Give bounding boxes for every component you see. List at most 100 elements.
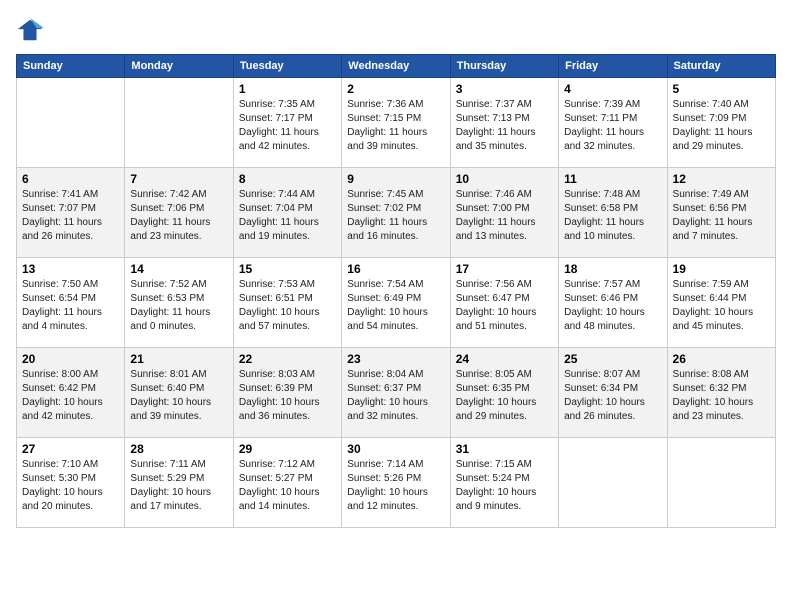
calendar-cell: 6Sunrise: 7:41 AM Sunset: 7:07 PM Daylig… (17, 168, 125, 258)
day-number: 22 (239, 352, 336, 366)
day-number: 7 (130, 172, 227, 186)
day-info: Sunrise: 8:07 AM Sunset: 6:34 PM Dayligh… (564, 368, 661, 424)
weekday-saturday: Saturday (667, 55, 775, 78)
day-number: 20 (22, 352, 119, 366)
calendar-cell: 13 Sunrise: 7:50 AM Sunset: 6:54 PM Dayli… (17, 258, 125, 348)
day-number: 24 (456, 352, 553, 366)
day-number: 31 (456, 442, 553, 456)
day-number: 19 (673, 262, 770, 276)
weekday-tuesday: Tuesday (233, 55, 341, 78)
day-info: Sunrise: 7:40 AM Sunset: 7:09 PM Dayligh… (673, 98, 770, 154)
calendar-cell: 16 Sunrise: 7:54 AM Sunset: 6:49 PM Dayli… (342, 258, 450, 348)
day-number: 27 (22, 442, 119, 456)
logo (16, 16, 48, 44)
calendar-cell (125, 78, 233, 168)
day-number: 28 (130, 442, 227, 456)
weekday-wednesday: Wednesday (342, 55, 450, 78)
day-number: 26 (673, 352, 770, 366)
day-info: Sunrise: 7:36 AM Sunset: 7:15 PM Dayligh… (347, 98, 444, 154)
day-info: Sunrise: 8:00 AM Sunset: 6:42 PM Dayligh… (22, 368, 119, 424)
calendar-cell (17, 78, 125, 168)
calendar-header: SundayMondayTuesdayWednesdayThursdayFrid… (17, 55, 776, 78)
calendar-cell: 27 Sunrise: 7:10 AM Sunset: 5:30 PM Dayli… (17, 438, 125, 528)
day-number: 12 (673, 172, 770, 186)
day-info: Sunrise: 7:12 AM Sunset: 5:27 PM Dayligh… (239, 458, 336, 514)
day-number: 11 (564, 172, 661, 186)
day-number: 21 (130, 352, 227, 366)
day-info: Sunrise: 7:49 AM Sunset: 6:56 PM Dayligh… (673, 188, 770, 244)
calendar-cell: 9Sunrise: 7:45 AM Sunset: 7:02 PM Daylig… (342, 168, 450, 258)
calendar-cell: 25 Sunrise: 8:07 AM Sunset: 6:34 PM Dayli… (559, 348, 667, 438)
day-info: Sunrise: 7:14 AM Sunset: 5:26 PM Dayligh… (347, 458, 444, 514)
weekday-header-row: SundayMondayTuesdayWednesdayThursdayFrid… (17, 55, 776, 78)
day-number: 14 (130, 262, 227, 276)
day-info: Sunrise: 8:05 AM Sunset: 6:35 PM Dayligh… (456, 368, 553, 424)
calendar-cell (667, 438, 775, 528)
day-info: Sunrise: 7:11 AM Sunset: 5:29 PM Dayligh… (130, 458, 227, 514)
day-info: Sunrise: 8:04 AM Sunset: 6:37 PM Dayligh… (347, 368, 444, 424)
day-info: Sunrise: 7:57 AM Sunset: 6:46 PM Dayligh… (564, 278, 661, 334)
calendar-cell: 1Sunrise: 7:35 AM Sunset: 7:17 PM Daylig… (233, 78, 341, 168)
calendar-cell: 11 Sunrise: 7:48 AM Sunset: 6:58 PM Dayli… (559, 168, 667, 258)
day-number: 5 (673, 82, 770, 96)
day-info: Sunrise: 7:48 AM Sunset: 6:58 PM Dayligh… (564, 188, 661, 244)
calendar-cell: 10Sunrise: 7:46 AM Sunset: 7:00 PM Dayli… (450, 168, 558, 258)
calendar-week-5: 27 Sunrise: 7:10 AM Sunset: 5:30 PM Dayli… (17, 438, 776, 528)
day-info: Sunrise: 7:45 AM Sunset: 7:02 PM Dayligh… (347, 188, 444, 244)
calendar-cell: 8Sunrise: 7:44 AM Sunset: 7:04 PM Daylig… (233, 168, 341, 258)
day-info: Sunrise: 7:41 AM Sunset: 7:07 PM Dayligh… (22, 188, 119, 244)
weekday-thursday: Thursday (450, 55, 558, 78)
day-info: Sunrise: 7:10 AM Sunset: 5:30 PM Dayligh… (22, 458, 119, 514)
calendar-week-1: 1Sunrise: 7:35 AM Sunset: 7:17 PM Daylig… (17, 78, 776, 168)
calendar-cell: 30 Sunrise: 7:14 AM Sunset: 5:26 PM Dayli… (342, 438, 450, 528)
day-number: 15 (239, 262, 336, 276)
day-number: 18 (564, 262, 661, 276)
day-info: Sunrise: 7:46 AM Sunset: 7:00 PM Dayligh… (456, 188, 553, 244)
day-info: Sunrise: 7:53 AM Sunset: 6:51 PM Dayligh… (239, 278, 336, 334)
calendar-table: SundayMondayTuesdayWednesdayThursdayFrid… (16, 54, 776, 528)
calendar-cell: 3Sunrise: 7:37 AM Sunset: 7:13 PM Daylig… (450, 78, 558, 168)
calendar-cell: 18 Sunrise: 7:57 AM Sunset: 6:46 PM Dayli… (559, 258, 667, 348)
day-info: Sunrise: 7:42 AM Sunset: 7:06 PM Dayligh… (130, 188, 227, 244)
day-number: 30 (347, 442, 444, 456)
weekday-monday: Monday (125, 55, 233, 78)
day-info: Sunrise: 8:08 AM Sunset: 6:32 PM Dayligh… (673, 368, 770, 424)
page-header (16, 16, 776, 44)
calendar-cell: 29 Sunrise: 7:12 AM Sunset: 5:27 PM Dayli… (233, 438, 341, 528)
weekday-friday: Friday (559, 55, 667, 78)
day-number: 29 (239, 442, 336, 456)
calendar-body: 1Sunrise: 7:35 AM Sunset: 7:17 PM Daylig… (17, 78, 776, 528)
day-info: Sunrise: 7:50 AM Sunset: 6:54 PM Dayligh… (22, 278, 119, 334)
day-number: 4 (564, 82, 661, 96)
calendar-cell: 21Sunrise: 8:01 AM Sunset: 6:40 PM Dayli… (125, 348, 233, 438)
day-number: 8 (239, 172, 336, 186)
calendar-cell: 17Sunrise: 7:56 AM Sunset: 6:47 PM Dayli… (450, 258, 558, 348)
day-info: Sunrise: 7:15 AM Sunset: 5:24 PM Dayligh… (456, 458, 553, 514)
logo-icon (16, 16, 44, 44)
calendar-week-2: 6Sunrise: 7:41 AM Sunset: 7:07 PM Daylig… (17, 168, 776, 258)
calendar-cell: 20 Sunrise: 8:00 AM Sunset: 6:42 PM Dayli… (17, 348, 125, 438)
calendar-cell: 5 Sunrise: 7:40 AM Sunset: 7:09 PM Daylig… (667, 78, 775, 168)
calendar-cell: 22 Sunrise: 8:03 AM Sunset: 6:39 PM Dayli… (233, 348, 341, 438)
day-number: 16 (347, 262, 444, 276)
day-number: 3 (456, 82, 553, 96)
calendar-cell: 2 Sunrise: 7:36 AM Sunset: 7:15 PM Daylig… (342, 78, 450, 168)
day-info: Sunrise: 7:52 AM Sunset: 6:53 PM Dayligh… (130, 278, 227, 334)
calendar-cell: 12 Sunrise: 7:49 AM Sunset: 6:56 PM Dayli… (667, 168, 775, 258)
day-number: 2 (347, 82, 444, 96)
day-number: 13 (22, 262, 119, 276)
calendar-cell: 28 Sunrise: 7:11 AM Sunset: 5:29 PM Dayli… (125, 438, 233, 528)
calendar-cell (559, 438, 667, 528)
day-info: Sunrise: 7:39 AM Sunset: 7:11 PM Dayligh… (564, 98, 661, 154)
day-info: Sunrise: 7:35 AM Sunset: 7:17 PM Dayligh… (239, 98, 336, 154)
calendar-cell: 31 Sunrise: 7:15 AM Sunset: 5:24 PM Dayli… (450, 438, 558, 528)
day-info: Sunrise: 8:03 AM Sunset: 6:39 PM Dayligh… (239, 368, 336, 424)
day-info: Sunrise: 7:54 AM Sunset: 6:49 PM Dayligh… (347, 278, 444, 334)
day-number: 25 (564, 352, 661, 366)
day-info: Sunrise: 7:56 AM Sunset: 6:47 PM Dayligh… (456, 278, 553, 334)
calendar-cell: 4 Sunrise: 7:39 AM Sunset: 7:11 PM Daylig… (559, 78, 667, 168)
day-info: Sunrise: 7:59 AM Sunset: 6:44 PM Dayligh… (673, 278, 770, 334)
calendar-cell: 23Sunrise: 8:04 AM Sunset: 6:37 PM Dayli… (342, 348, 450, 438)
calendar-week-4: 20 Sunrise: 8:00 AM Sunset: 6:42 PM Dayli… (17, 348, 776, 438)
calendar-week-3: 13 Sunrise: 7:50 AM Sunset: 6:54 PM Dayli… (17, 258, 776, 348)
